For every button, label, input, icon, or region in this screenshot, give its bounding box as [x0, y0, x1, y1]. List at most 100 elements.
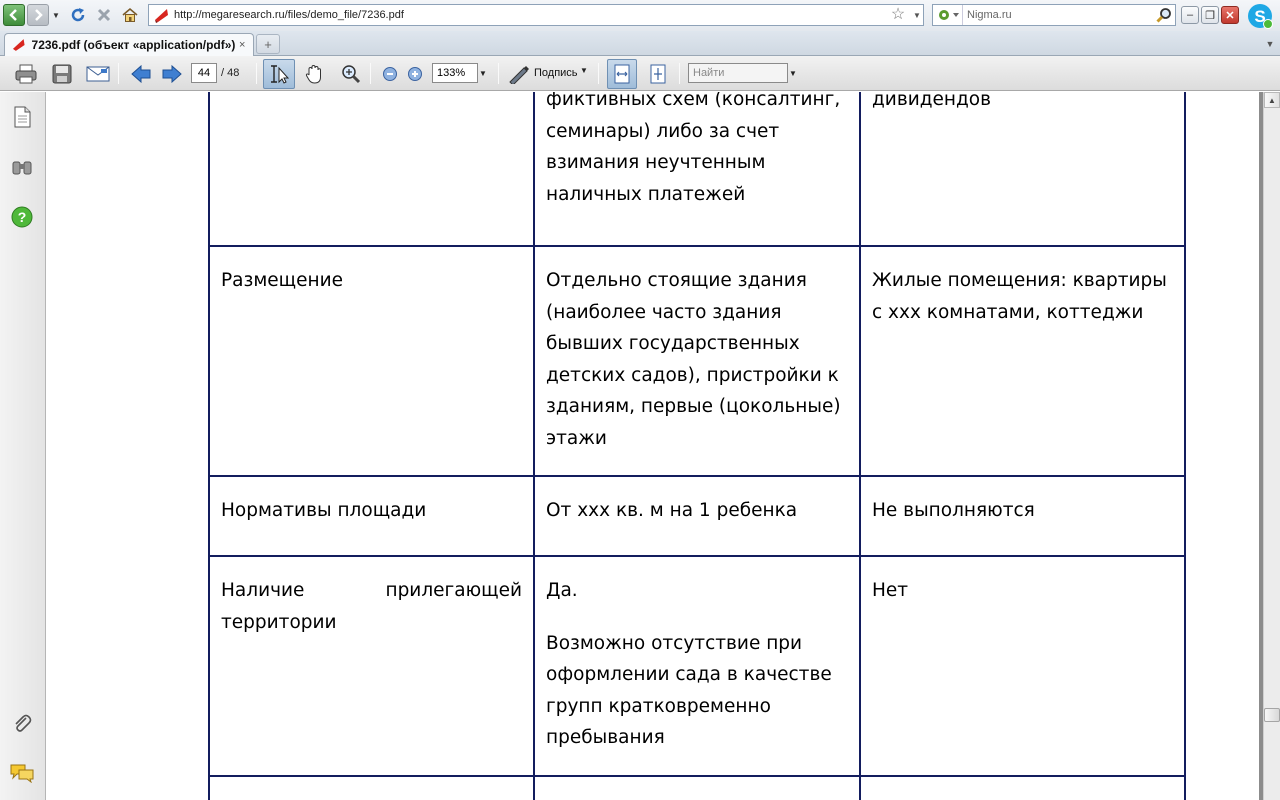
next-page-button[interactable]: [159, 61, 185, 86]
tab-pdf-document[interactable]: 7236.pdf (объект «application/pdf») ×: [4, 33, 254, 56]
document-viewport[interactable]: фиктивных схем (консалтинг, семинары) ли…: [47, 92, 1263, 800]
save-icon: [52, 64, 72, 83]
table-cell: [533, 775, 861, 800]
print-icon: [15, 64, 37, 83]
zoom-level-input[interactable]: 133%: [432, 63, 478, 83]
comments-icon: [10, 764, 34, 783]
table-row: Размещение Отдельно стоящие здания (наиб…: [208, 245, 1186, 477]
zoom-tool-icon: [342, 64, 361, 83]
hand-tool-icon: [305, 64, 321, 84]
cell-text: Жилые помещения: квартиры с ххх комнатам…: [872, 270, 1167, 323]
find-input[interactable]: Найти: [688, 63, 788, 83]
table-cell: Отдельно стоящие здания (наиболее часто …: [533, 245, 861, 477]
previous-page-icon: [131, 64, 151, 83]
fit-page-button[interactable]: [645, 61, 671, 86]
table-cell: [208, 92, 535, 247]
find-dropdown[interactable]: ▼: [789, 63, 797, 83]
binoculars-icon: [12, 161, 32, 175]
help-panel-button[interactable]: ?: [10, 205, 34, 229]
fit-width-button[interactable]: [607, 59, 637, 89]
cell-text: От ххх кв. м на 1 ребенка: [546, 500, 798, 521]
skype-icon[interactable]: S: [1246, 2, 1274, 30]
home-button[interactable]: [119, 4, 141, 26]
table-cell: фиктивных схем (консалтинг, семинары) ли…: [533, 92, 861, 247]
previous-page-button[interactable]: [128, 61, 154, 86]
back-icon: [9, 9, 17, 21]
scrollbar-thumb[interactable]: [1264, 708, 1280, 722]
tab-list-dropdown[interactable]: ▼: [1262, 34, 1278, 54]
zoom-tool-button[interactable]: [338, 61, 364, 86]
table-cell: Не выполняются: [859, 475, 1186, 557]
find-panel-button[interactable]: [10, 155, 34, 179]
zoom-in-button[interactable]: [402, 61, 428, 86]
attachments-panel-button[interactable]: [10, 711, 34, 735]
tab-close-icon[interactable]: ×: [235, 39, 249, 51]
attachment-icon: [15, 714, 32, 732]
table-cell: Да. Возможно отсутствие при оформлении с…: [533, 555, 861, 777]
address-dropdown[interactable]: ▼: [911, 11, 923, 20]
help-icon: ?: [11, 206, 33, 228]
search-go-button[interactable]: [1153, 5, 1175, 25]
sign-dropdown[interactable]: ▼: [580, 66, 588, 75]
bookmark-star-icon[interactable]: ☆: [889, 6, 907, 24]
table-row: Наличие прилегающей территории Да. Возмо…: [208, 555, 1186, 777]
zoom-in-icon: [408, 66, 422, 81]
tab-bar: 7236.pdf (объект «application/pdf») × + …: [0, 31, 1280, 56]
vertical-scrollbar[interactable]: ▲: [1263, 92, 1280, 800]
save-button[interactable]: [49, 61, 75, 86]
table-cell: Размещение: [208, 245, 535, 477]
cell-text: территории: [221, 611, 337, 633]
table-row: [208, 775, 1186, 800]
new-tab-button[interactable]: +: [256, 34, 280, 54]
pages-panel-button[interactable]: [10, 105, 34, 129]
table-cell: дивидендов: [859, 92, 1186, 247]
forward-button[interactable]: [27, 4, 49, 26]
search-engine-icon[interactable]: [933, 5, 963, 25]
table-cell: Наличие прилегающей территории: [208, 555, 535, 777]
sign-label[interactable]: Подпись: [534, 67, 578, 79]
search-bar[interactable]: Nigma.ru: [932, 4, 1176, 26]
email-button[interactable]: [85, 61, 111, 86]
restore-button[interactable]: ❐: [1201, 6, 1219, 24]
cell-text: Отдельно стоящие здания (наиболее часто …: [546, 270, 841, 449]
scroll-up-button[interactable]: ▲: [1264, 92, 1280, 108]
cell-text: Размещение: [221, 270, 343, 291]
page-total-label: / 48: [221, 67, 240, 79]
comments-panel-button[interactable]: [10, 761, 34, 785]
reload-button[interactable]: [67, 4, 89, 26]
pdf-favicon-icon: [155, 9, 168, 23]
table-row: Нормативы площади От ххх кв. м на 1 ребе…: [208, 475, 1186, 557]
reload-icon: [71, 8, 85, 22]
history-dropdown[interactable]: ▼: [50, 4, 62, 26]
zoom-dropdown[interactable]: ▼: [478, 63, 488, 83]
page-number-input[interactable]: 44: [191, 63, 217, 83]
minimize-button[interactable]: –: [1181, 6, 1199, 24]
stop-icon: [97, 8, 111, 22]
close-window-button[interactable]: ✕: [1221, 6, 1239, 24]
table-cell: От ххх кв. м на 1 ребенка: [533, 475, 861, 557]
search-input[interactable]: Nigma.ru: [963, 9, 1153, 21]
hand-tool-button[interactable]: [301, 61, 327, 86]
table-cell: Нет: [859, 555, 1186, 777]
print-button[interactable]: [13, 61, 39, 86]
pdf-favicon-icon: [12, 39, 25, 51]
back-button[interactable]: [3, 4, 25, 26]
table-cell: [859, 775, 1186, 800]
email-icon: [86, 66, 110, 81]
stop-button[interactable]: [93, 4, 115, 26]
cell-text: фиктивных схем (консалтинг, семинары) ли…: [546, 92, 841, 205]
cell-text: Нормативы площади: [221, 500, 427, 521]
table-cell: Жилые помещения: квартиры с ххх комнатам…: [859, 245, 1186, 477]
select-text-icon: [271, 65, 290, 84]
sign-button[interactable]: [506, 61, 532, 86]
navigation-pane: ?: [0, 92, 46, 800]
magnifier-icon: [1156, 8, 1171, 23]
zoom-out-button[interactable]: [377, 61, 403, 86]
forward-icon: [35, 9, 43, 21]
zoom-out-icon: [383, 66, 397, 81]
sign-icon: [509, 65, 529, 84]
next-page-icon: [162, 64, 182, 83]
address-bar[interactable]: http://megaresearch.ru/files/demo_file/7…: [148, 4, 924, 26]
address-text[interactable]: http://megaresearch.ru/files/demo_file/7…: [174, 9, 889, 21]
select-text-tool-button[interactable]: [263, 59, 295, 89]
